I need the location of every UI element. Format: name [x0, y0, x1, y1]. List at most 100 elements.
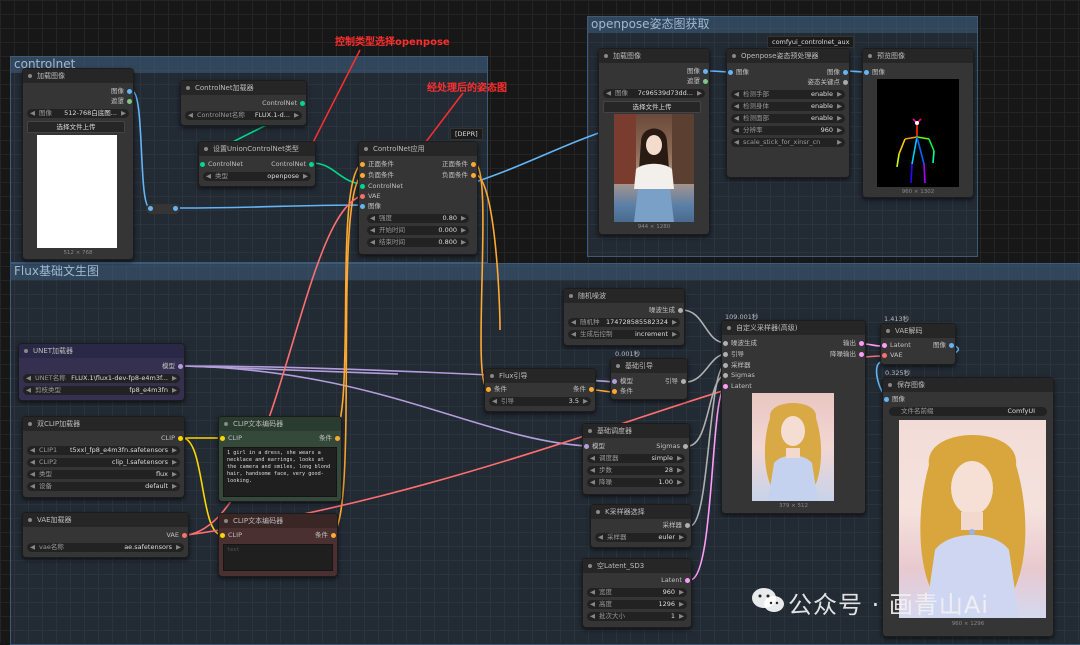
weight-dtype-select[interactable]: ◀ 剪枝类型 fp8_e4m3fn ▶ [23, 386, 180, 395]
node-title[interactable]: 基础引导 [611, 359, 687, 373]
output-image[interactable]: 图像 [111, 87, 133, 96]
detect-body-select[interactable]: ◀ 检测身体 enable ▶ [731, 102, 845, 111]
input-image[interactable]: 图像 [863, 68, 885, 77]
input-sampler[interactable]: 采样器 [722, 361, 751, 370]
output-guider[interactable]: 引导 [665, 377, 687, 386]
output-clip[interactable]: CLIP [161, 434, 184, 443]
image-select[interactable]: ◀ 图像 7c96539d73dd... ▶ [603, 89, 705, 98]
output-keypoints[interactable]: 姿态关键点 [808, 78, 850, 87]
node-title[interactable]: 设置UnionControlNet类型 [199, 142, 315, 156]
node-preview-image[interactable]: 预览图像 图像 960 × 1302 [862, 48, 974, 198]
node-vae-loader[interactable]: VAE加载器 VAE ◀ vae名称 ae.safetensors ▶ [22, 512, 189, 558]
input-guider[interactable]: 引导 [722, 350, 744, 359]
node-canvas[interactable]: controlnet openpose姿态图获取 Flux基础文生图 控制类型选… [0, 0, 1080, 645]
scale-stick-select[interactable]: ◀ scale_stick_for_xinsr_cn ▶ [731, 138, 845, 147]
output-conditioning[interactable]: 条件 [319, 434, 341, 443]
node-basic-scheduler[interactable]: 基础调度器 模型 Sigmas ◀ 调度器 simple ▶ ◀ 步数 28 ▶ ◀ 降噪 1.… [582, 423, 690, 495]
type-select[interactable]: ◀ 类型 openpose ▶ [203, 172, 311, 181]
node-controlnet-apply[interactable]: ControlNet应用 正面条件 负面条件 ControlNet VAE 图像… [358, 141, 478, 255]
node-load-image-cn[interactable]: 加载图像 图像 遮罩 ◀ 图像 512-768白底图... ▶ 选择文件上传 512 … [22, 68, 134, 260]
node-title[interactable]: UNET加载器 [19, 344, 184, 358]
output-model[interactable]: 模型 [162, 362, 184, 371]
image-select[interactable]: ◀ 图像 512-768白底图... ▶ [27, 109, 129, 118]
detect-hand-select[interactable]: ◀ 检测手部 enable ▶ [731, 90, 845, 99]
node-title[interactable]: 自定义采样器(高级) [722, 321, 865, 335]
input-vae[interactable]: VAE [359, 192, 381, 201]
denoise-slider[interactable]: ◀ 降噪 1.00 ▶ [587, 478, 685, 487]
input-vae[interactable]: VAE [881, 351, 903, 360]
node-title[interactable]: Openpose姿态预处理器 [727, 49, 849, 63]
resolution-slider[interactable]: ◀ 分辨率 960 ▶ [731, 126, 845, 135]
strength-slider[interactable]: ◀ 强度 0.80 ▶ [367, 214, 469, 223]
prompt-textarea[interactable]: 1 girl in a dress, she wears a necklace … [223, 447, 337, 497]
node-dual-clip-loader[interactable]: 双CLIP加载器 CLIP ◀ CLIP1 t5xxl_fp8_e4m3fn.saf… [22, 416, 185, 498]
input-latent[interactable]: Latent [881, 341, 911, 350]
output-sampler[interactable]: 采样器 [663, 521, 692, 530]
node-title[interactable]: 预览图像 [863, 49, 973, 63]
sampler-name-select[interactable]: ◀ 采样器 euler ▶ [595, 533, 687, 542]
controlnet-name-select[interactable]: ◀ ControlNet名称 FLUX.1-d... ▶ [185, 111, 302, 120]
input-latent[interactable]: Latent [722, 382, 752, 391]
output-controlnet[interactable]: ControlNet [262, 99, 306, 108]
node-title[interactable]: VAE加载器 [23, 513, 188, 527]
control-after-generate-select[interactable]: ◀ 生成后控制 increment ▶ [568, 330, 680, 339]
clip-type-select[interactable]: ◀ 类型 flux ▶ [27, 470, 180, 479]
node-title[interactable]: VAE解码 [881, 324, 955, 338]
detect-face-select[interactable]: ◀ 检测面部 enable ▶ [731, 114, 845, 123]
node-custom-sampler-advanced[interactable]: 自定义采样器(高级) 噪波生成 引导 采样器 Sigmas Latent 输出 … [721, 320, 866, 514]
output-image[interactable]: 图像 [933, 341, 955, 350]
node-union-type[interactable]: 设置UnionControlNet类型 ControlNet ControlNe… [198, 141, 316, 187]
output-noise[interactable]: 噪波生成 [649, 306, 684, 315]
node-ksampler-select[interactable]: K采样器选择 采样器 ◀ 采样器 euler ▶ [590, 504, 692, 548]
output-positive[interactable]: 正面条件 [442, 160, 477, 169]
node-title[interactable]: ControlNet应用 [359, 142, 477, 156]
clip2-select[interactable]: ◀ CLIP2 clip_l.safetensors ▶ [27, 458, 180, 467]
end-percent-slider[interactable]: ◀ 结束时间 0.800 ▶ [367, 238, 469, 247]
unet-name-select[interactable]: ◀ UNET名称 FLUX.1\flux1-dev-fp8-e4m3f... ▶ [23, 374, 180, 383]
node-flux-guidance[interactable]: Flux引导 条件 条件 ◀ 引导 3.5 ▶ [484, 368, 596, 412]
output-conditioning[interactable]: 条件 [573, 385, 595, 394]
input-clip[interactable]: CLIP [219, 531, 242, 540]
filename-prefix-input[interactable]: 文件名前缀 ComfyUI [889, 407, 1047, 416]
node-title[interactable]: 随机噪波 [564, 289, 684, 303]
output-conditioning[interactable]: 条件 [315, 531, 337, 540]
node-title[interactable]: ControlNet加载器 [181, 81, 306, 95]
input-positive[interactable]: 正面条件 [359, 160, 394, 169]
node-clip-text-negative[interactable]: CLIP文本编码器 CLIP 条件 text [218, 513, 338, 577]
node-title[interactable]: 加载图像 [23, 69, 133, 83]
input-controlnet[interactable]: ControlNet [359, 182, 403, 191]
input-controlnet[interactable]: ControlNet [199, 160, 243, 169]
seed-input[interactable]: ◀ 随机种 174728585582324 ▶ [568, 318, 680, 327]
output-latent[interactable]: Latent [661, 576, 691, 585]
input-model[interactable]: 模型 [583, 442, 605, 451]
node-unet-loader[interactable]: UNET加载器 模型 ◀ UNET名称 FLUX.1\flux1-dev-fp8-e… [18, 343, 185, 401]
batch-size-slider[interactable]: ◀ 批次大小 1 ▶ [587, 612, 687, 621]
node-title[interactable]: 双CLIP加载器 [23, 417, 184, 431]
node-title[interactable]: CLIP文本编码器 [219, 417, 341, 431]
input-sigmas[interactable]: Sigmas [722, 371, 755, 380]
input-conditioning[interactable]: 条件 [485, 385, 507, 394]
guidance-slider[interactable]: ◀ 引导 3.5 ▶ [489, 397, 591, 406]
output-controlnet[interactable]: ControlNet [271, 160, 315, 169]
node-title[interactable]: 保存图像 [883, 378, 1053, 392]
steps-slider[interactable]: ◀ 步数 28 ▶ [587, 466, 685, 475]
height-slider[interactable]: ◀ 高度 1296 ▶ [587, 600, 687, 609]
node-empty-latent-sd3[interactable]: 空Latent_SD3 Latent ◀ 宽度 960 ▶ ◀ 高度 1296 ▶ ◀ 批次大… [582, 558, 692, 628]
output-sigmas[interactable]: Sigmas [656, 442, 689, 451]
node-title[interactable]: 加载图像 [599, 49, 709, 63]
input-image[interactable]: 图像 [883, 395, 905, 404]
input-image[interactable]: 图像 [727, 68, 749, 77]
upload-button[interactable]: 选择文件上传 [603, 101, 701, 113]
input-clip[interactable]: CLIP [219, 434, 242, 443]
input-image[interactable]: 图像 [359, 202, 381, 211]
input-conditioning[interactable]: 条件 [611, 387, 633, 396]
node-controlnet-loader[interactable]: ControlNet加载器 ControlNet ◀ ControlNet名称 FL… [180, 80, 307, 126]
vae-name-select[interactable]: ◀ vae名称 ae.safetensors ▶ [27, 543, 184, 552]
clip1-select[interactable]: ◀ CLIP1 t5xxl_fp8_e4m3fn.safetensors ▶ [27, 446, 180, 455]
negative-prompt-textarea[interactable]: text [223, 544, 333, 571]
input-model[interactable]: 模型 [611, 377, 633, 386]
node-clip-text-positive[interactable]: CLIP文本编码器 CLIP 条件 1 girl in a dress, she… [218, 416, 342, 502]
node-title[interactable]: CLIP文本编码器 [219, 514, 337, 528]
output-negative[interactable]: 负面条件 [442, 171, 477, 180]
output-mask[interactable]: 遮罩 [687, 77, 709, 86]
